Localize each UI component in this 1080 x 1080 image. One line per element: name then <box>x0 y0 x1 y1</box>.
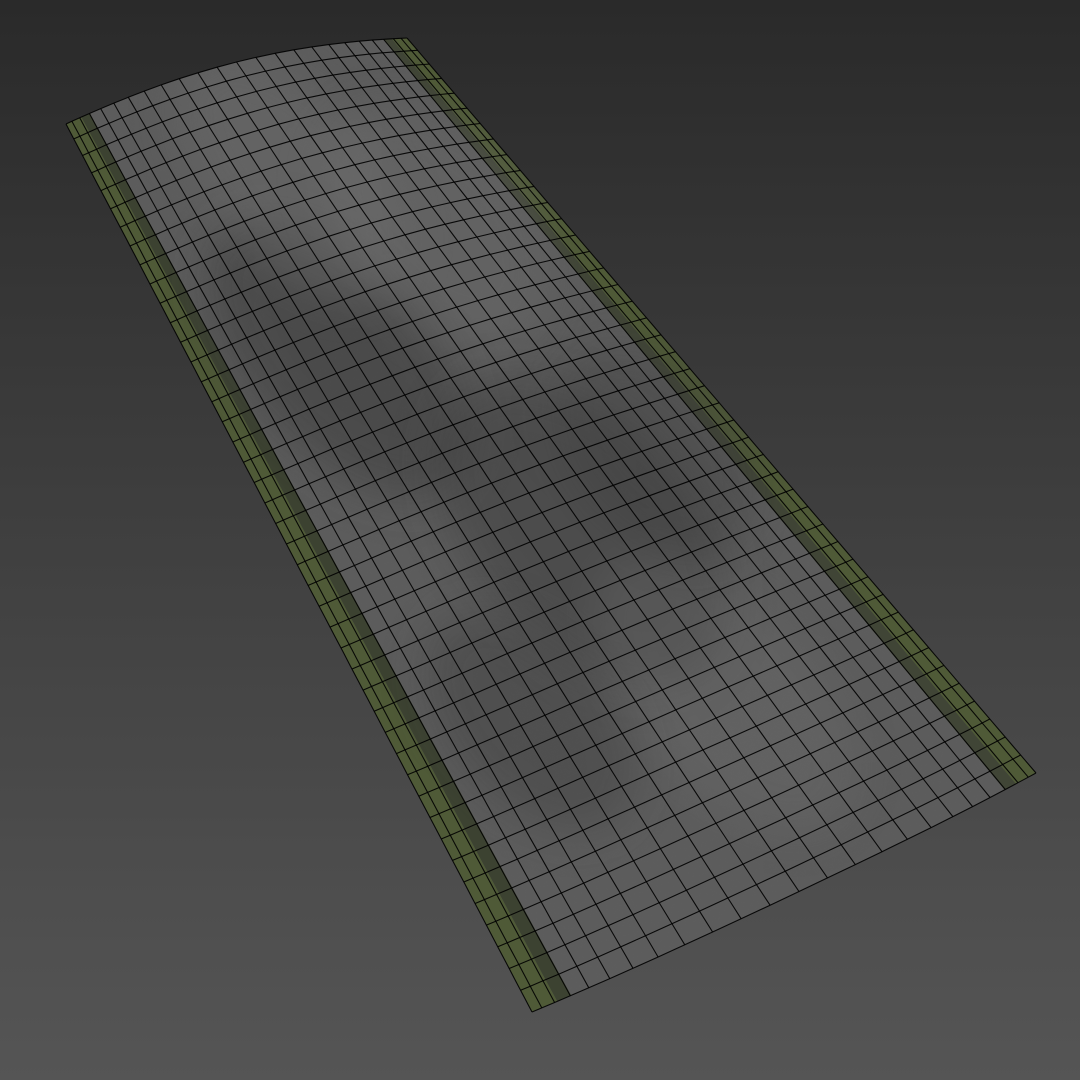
3d-viewport[interactable] <box>0 0 1080 1080</box>
viewport-canvas[interactable] <box>0 0 1080 1080</box>
